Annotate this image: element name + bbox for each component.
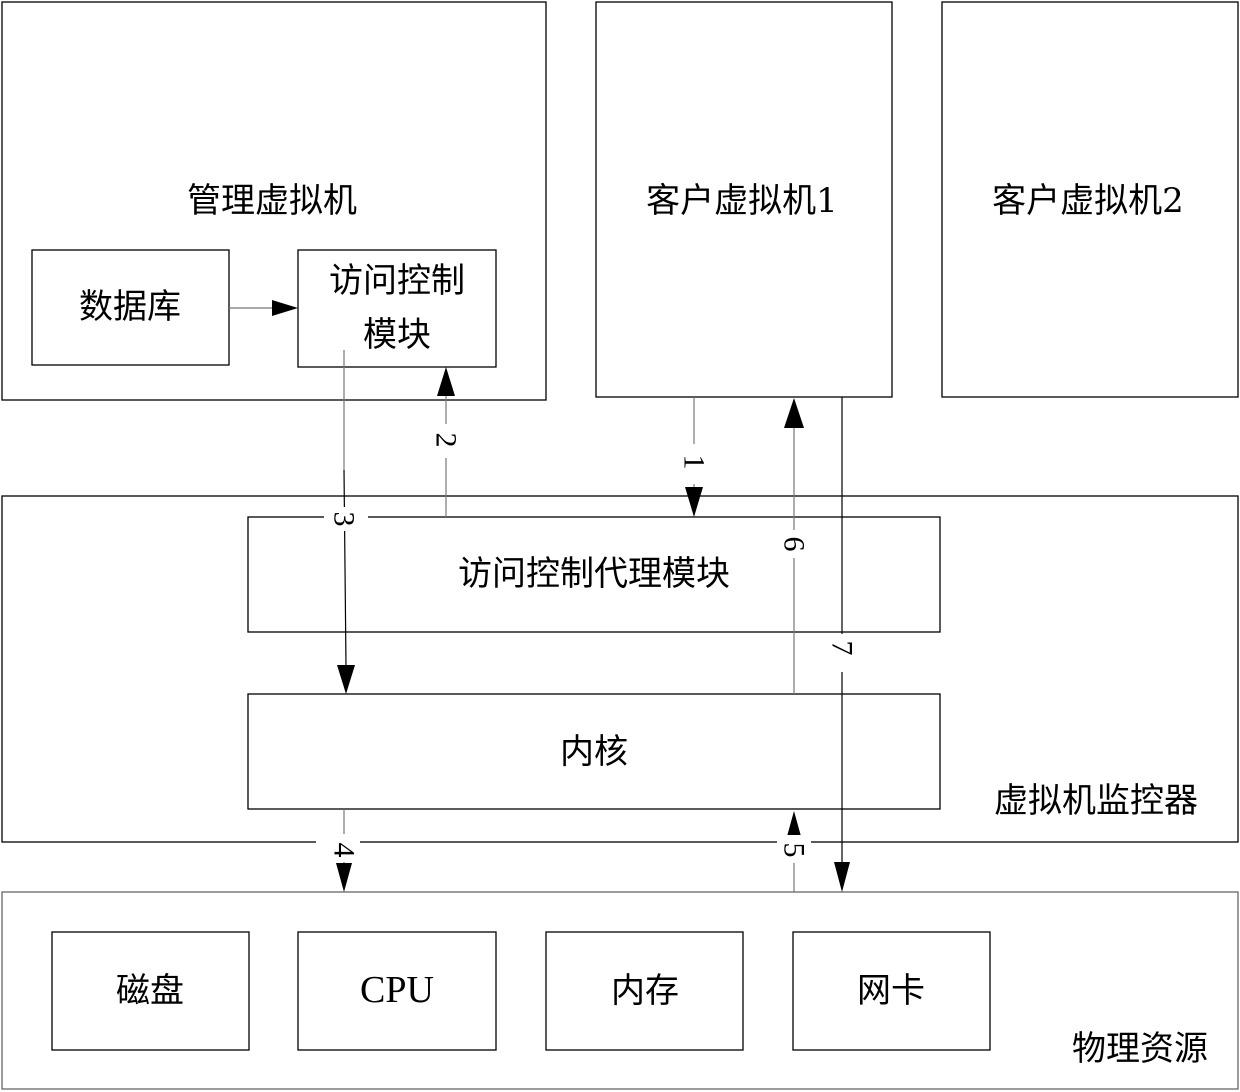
hypervisor: 虚拟机监控器 访问控制代理模块 内核 — [1, 495, 1239, 843]
edge-2-arrowhead — [437, 367, 455, 396]
physical-resources-label: 物理资源 — [1072, 1029, 1208, 1069]
management-vm: 管理虚拟机 数据库 访问控制 模块 — [1, 1, 547, 401]
memory-label: 内存 — [611, 971, 679, 1011]
edge-6: 6 — [778, 398, 812, 694]
disk-label: 磁盘 — [116, 971, 184, 1011]
agent-module-label: 访问控制代理模块 — [458, 554, 730, 594]
edge-2: 2 — [430, 367, 463, 517]
architecture-diagram: 管理虚拟机 数据库 访问控制 模块 客户虚拟机1 客户虚拟机2 虚拟机监控器 访… — [1, 1, 1239, 1090]
edge-5-label: 5 — [778, 843, 811, 858]
edge-4-arrowhead — [336, 863, 352, 892]
nic-label: 网卡 — [857, 971, 925, 1011]
guest-vm-1-label: 客户虚拟机1 — [646, 181, 838, 221]
physical-resources: 物理资源 磁盘 CPU 内存 网卡 — [1, 891, 1239, 1090]
access-control-module-label-1: 访问控制 — [329, 261, 465, 301]
db-to-acm-arrowhead — [272, 300, 298, 316]
kernel-label: 内核 — [560, 732, 628, 772]
edge-4: 4 — [316, 809, 361, 892]
edge-7-arrowhead — [834, 862, 850, 892]
edge-3: 3 — [324, 350, 368, 694]
access-control-module-label-2: 模块 — [363, 315, 431, 355]
edge-3-arrowhead — [337, 665, 355, 694]
management-vm-label: 管理虚拟机 — [187, 181, 357, 221]
guest-vm-2: 客户虚拟机2 — [941, 1, 1239, 398]
guest-vm-1: 客户虚拟机1 — [595, 1, 893, 398]
cpu-label: CPU — [360, 969, 434, 1011]
edge-6-arrowhead — [784, 398, 804, 428]
edge-7-label: 7 — [826, 641, 859, 656]
guest-vm-2-label: 客户虚拟机2 — [992, 181, 1184, 221]
edge-2-label: 2 — [430, 433, 463, 448]
database-label: 数据库 — [79, 287, 181, 327]
edge-7: 7 — [826, 397, 859, 892]
edge-1-label: 1 — [678, 455, 711, 470]
edge-1: 1 — [678, 397, 711, 517]
edge-5: 5 — [777, 811, 811, 892]
hypervisor-label: 虚拟机监控器 — [994, 781, 1198, 821]
edge-4-label: 4 — [328, 843, 361, 858]
edge-1-arrowhead — [685, 487, 703, 517]
edge-3-label: 3 — [328, 512, 361, 527]
edge-6-label: 6 — [778, 537, 811, 552]
